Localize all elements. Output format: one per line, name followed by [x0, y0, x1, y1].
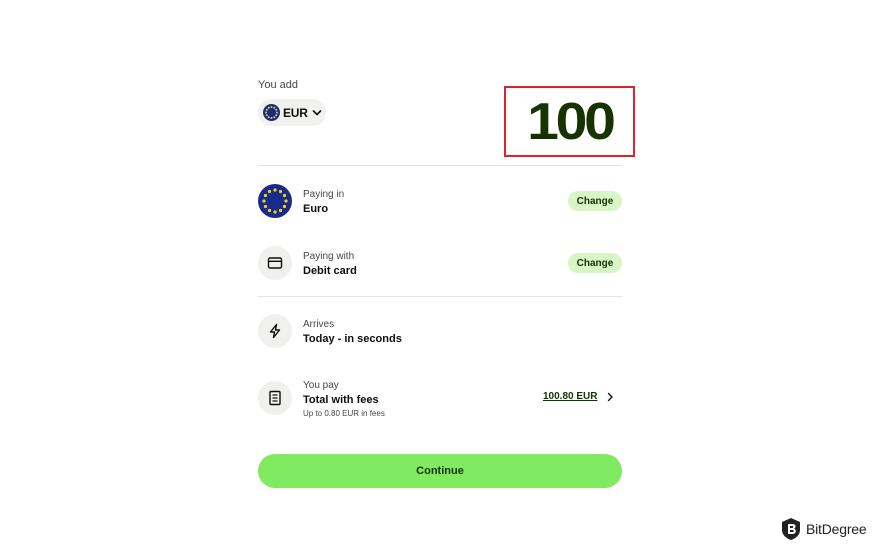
change-payment-method-button[interactable]: Change	[568, 253, 622, 273]
change-currency-button[interactable]: Change	[568, 191, 622, 211]
you-pay-icon-wrap	[258, 381, 292, 415]
paying-with-label: Paying with	[303, 251, 355, 262]
lightning-icon	[269, 323, 281, 339]
receipt-icon	[269, 390, 281, 406]
divider	[258, 165, 622, 166]
currency-selector[interactable]: EUR	[258, 99, 326, 126]
bitdegree-shield-icon	[782, 518, 800, 540]
bitdegree-logo: BitDegree	[780, 517, 867, 541]
eu-flag-icon	[258, 184, 292, 218]
fee-details-link[interactable]: 100.80 EUR	[543, 391, 615, 402]
arrives-icon-wrap	[258, 314, 292, 348]
paying-with-value: Debit card	[303, 265, 357, 277]
card-icon	[267, 257, 283, 269]
arrives-value: Today - in seconds	[303, 333, 402, 345]
fee-note: Up to 0.80 EUR in fees	[303, 409, 385, 418]
divider	[258, 296, 622, 297]
continue-button[interactable]: Continue	[258, 454, 622, 488]
you-add-label: You add	[258, 79, 298, 91]
amount-highlight-box	[504, 86, 635, 157]
total-amount: 100.80 EUR	[543, 391, 598, 402]
currency-code: EUR	[283, 105, 308, 120]
arrives-label: Arrives	[303, 319, 335, 330]
eu-flag-icon	[263, 104, 280, 121]
paying-in-value: Euro	[303, 203, 329, 215]
paying-with-icon-wrap	[258, 246, 292, 280]
you-pay-label: You pay	[303, 380, 339, 391]
chevron-right-icon	[608, 392, 614, 401]
chevron-down-icon	[312, 109, 322, 115]
paying-in-icon-wrap	[258, 184, 292, 223]
bitdegree-wordmark: BitDegree	[806, 521, 867, 537]
you-pay-value: Total with fees	[303, 394, 379, 406]
paying-in-label: Paying in	[303, 189, 345, 200]
